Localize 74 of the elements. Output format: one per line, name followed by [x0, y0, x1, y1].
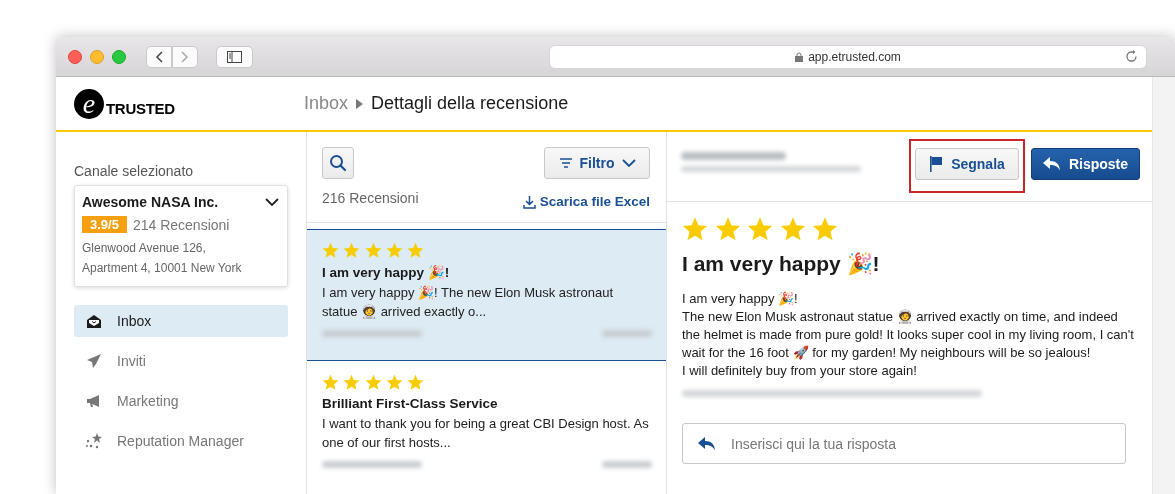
- address-bar[interactable]: app.etrusted.com: [549, 44, 1147, 69]
- review-count: 216 Recensioni: [322, 190, 419, 208]
- filter-button[interactable]: Filtro: [544, 147, 650, 179]
- review-excerpt: I want to thank you for being a great CBI Design host. As one of our first hosts...: [322, 415, 650, 453]
- address-line: Apartment 4, 10001 New York: [82, 260, 243, 277]
- chevron-down-icon: [265, 197, 279, 207]
- star-icon: [364, 241, 382, 259]
- nav-item[interactable]: Reputation Manager: [74, 425, 288, 457]
- breadcrumb-arrow-icon: [356, 98, 364, 109]
- blurred-text: [602, 461, 652, 469]
- review-count: 214 Recensioni: [132, 216, 230, 233]
- filter-icon: [558, 157, 573, 169]
- flag-icon: [929, 156, 944, 172]
- back-button[interactable]: [146, 45, 172, 68]
- channel-name: Awesome NASA Inc.: [82, 194, 219, 210]
- reply-icon: [698, 437, 716, 451]
- star-icon: [682, 216, 708, 242]
- nav-item[interactable]: Marketing: [74, 385, 288, 417]
- star-icon: [385, 241, 403, 259]
- star-icon: [407, 241, 424, 259]
- paper-plane-icon: [86, 353, 102, 369]
- star-icon: [407, 374, 424, 392]
- chevron-right-icon: [181, 50, 189, 63]
- lock-icon: [795, 51, 804, 62]
- reply-field[interactable]: Inserisci qui la tua risposta: [682, 423, 1126, 464]
- address-line: Glenwood Avenue 126,: [82, 240, 207, 257]
- breadcrumb-item: Dettagli della recensione: [371, 93, 569, 114]
- review-excerpt: I am very happy 🎉! The new Elon Musk astronaut statue 🧑‍🚀 arrived exactly o...: [322, 283, 615, 321]
- star-icon: [343, 241, 361, 259]
- breadcrumb-item[interactable]: Inbox: [304, 93, 349, 114]
- url-text: app.etrusted.com: [808, 49, 901, 64]
- sparkle-stars-icon: [85, 433, 103, 449]
- star-icon: [343, 374, 361, 392]
- star-icon: [812, 216, 838, 242]
- star-icon: [364, 374, 382, 392]
- review-title: I am very happy 🎉!: [322, 263, 451, 280]
- zoom-window-button[interactable]: [112, 49, 126, 64]
- forward-button[interactable]: [172, 45, 198, 68]
- review-text: I am very happy 🎉! The new Elon Musk astronaut statue 🧑‍🚀 arrived exactly on time, and indeed the helmet is made from pure gold! It looks super cool in my living room, I can't wait for the 16 foot 🚀 for my garden! My neighbours will be so jealous! I will definitely buy from your store again!: [682, 290, 1135, 380]
- star-icon: [714, 216, 741, 242]
- star-icon: [747, 216, 773, 242]
- reply-button[interactable]: Risposte: [1031, 148, 1140, 180]
- minimize-window-button[interactable]: [90, 49, 104, 64]
- star-icon: [322, 241, 339, 259]
- rating-badge: 3.9/5: [82, 216, 127, 233]
- search-icon: [329, 154, 347, 172]
- section-label: Canale selezionato: [74, 163, 195, 179]
- download-excel-link[interactable]: Scarica file Excel: [522, 190, 650, 214]
- sidebar-toggle-button[interactable]: [216, 45, 253, 68]
- review-title: Brilliant First-Class Service: [322, 396, 499, 412]
- logo-mark: e: [74, 88, 104, 119]
- megaphone-icon: [86, 394, 102, 408]
- star-icon: [322, 374, 339, 392]
- search-button[interactable]: [322, 147, 354, 179]
- sidebar-icon: [227, 50, 242, 63]
- blurred-text: [602, 329, 652, 337]
- nav-item[interactable]: Inbox: [74, 305, 288, 337]
- chevron-down-icon: [621, 158, 636, 168]
- close-window-button[interactable]: [68, 49, 82, 64]
- channel-selector[interactable]: Awesome NASA Inc. 3.9/5 214 Recensioni Glenwood Avenue 126, Apartment 4, 10001 New York: [74, 185, 288, 287]
- review-item[interactable]: I am very happy 🎉! I am very happy 🎉! The new Elon Musk astronaut statue 🧑‍🚀 arrived exactly o...: [307, 228, 666, 362]
- review-title: I am very happy 🎉!: [682, 252, 881, 276]
- star-icon: [779, 216, 806, 242]
- download-icon: [522, 194, 536, 209]
- star-icon: [385, 374, 403, 392]
- logo-text: TRUSTED: [106, 99, 175, 117]
- scrollbar-track[interactable]: [1152, 77, 1175, 494]
- inbox-icon: [86, 313, 102, 329]
- nav-item[interactable]: Inviti: [74, 345, 288, 377]
- report-button[interactable]: Segnala: [915, 148, 1019, 180]
- review-item[interactable]: Brilliant First-Class Service I want to thank you for being a great CBI Design host. As one of our first hosts...: [307, 361, 666, 494]
- reply-icon: [1042, 157, 1061, 171]
- reload-icon[interactable]: [1125, 49, 1138, 63]
- chevron-left-icon: [155, 50, 163, 63]
